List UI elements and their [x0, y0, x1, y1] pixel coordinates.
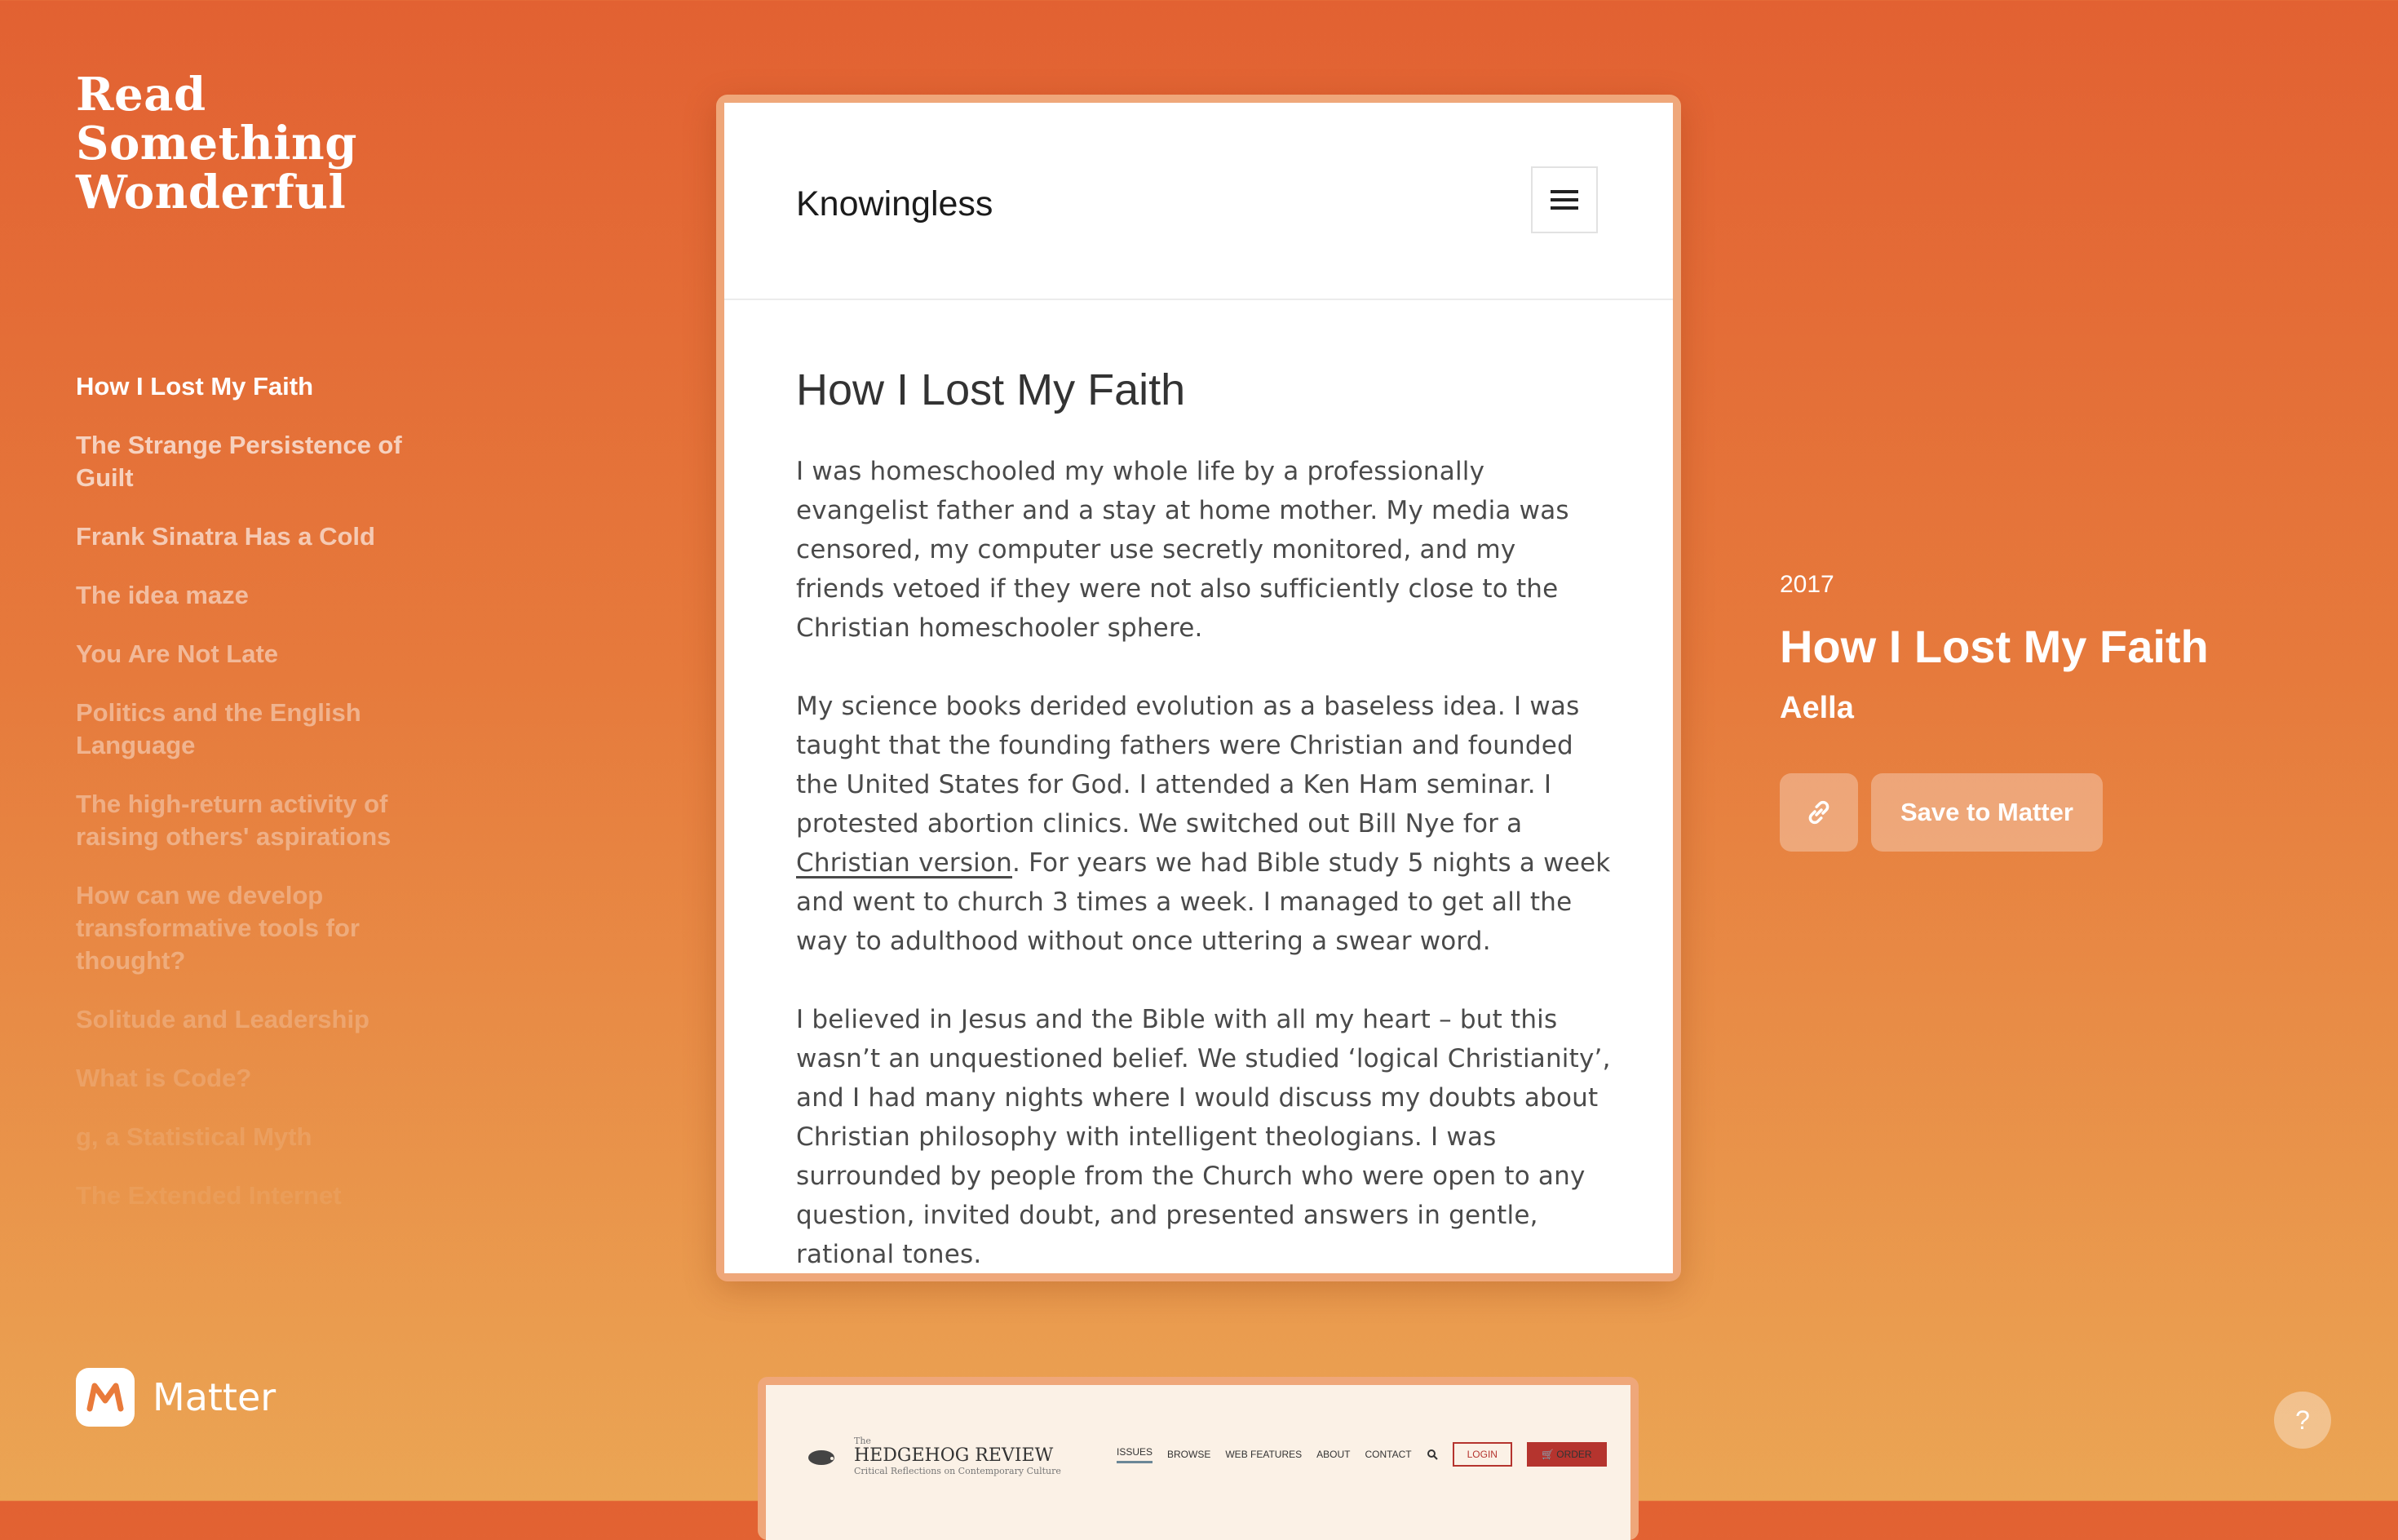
matter-logo-icon	[76, 1368, 135, 1427]
article-list-item[interactable]: You Are Not Late	[76, 638, 451, 670]
article-list-item[interactable]: g, a Statistical Myth	[76, 1121, 451, 1153]
next-article-preview[interactable]: The HEDGEHOG REVIEW Critical Reflections…	[758, 1377, 1639, 1540]
preview-nav: ISSUES BROWSE WEB FEATURES ABOUT CONTACT…	[1117, 1442, 1607, 1467]
copy-link-button[interactable]	[1780, 773, 1858, 852]
preview-nav-item: ABOUT	[1316, 1449, 1351, 1460]
brand-line: Something	[76, 117, 357, 170]
article-body: How I Lost My Faith I was homeschooled m…	[796, 364, 1612, 1273]
article-meta-title: How I Lost My Faith	[1780, 621, 2209, 672]
article-reader[interactable]: Knowingless How I Lost My Faith I was ho…	[724, 103, 1673, 1273]
article-list-item[interactable]: The Extended Internet	[76, 1179, 451, 1212]
save-to-matter-button[interactable]: Save to Matter	[1871, 773, 2103, 852]
preview-order-label: ORDER	[1556, 1449, 1592, 1460]
hedgehog-icon	[808, 1450, 834, 1465]
help-button[interactable]: ?	[2274, 1392, 2331, 1449]
preview-nav-item: CONTACT	[1365, 1449, 1412, 1460]
article-list-item[interactable]: How I Lost My Faith	[76, 370, 451, 403]
preview-nav-item: WEB FEATURES	[1225, 1449, 1303, 1460]
reader-frame: Knowingless How I Lost My Faith I was ho…	[716, 95, 1681, 1281]
article-list-item[interactable]: The high-return activity of raising othe…	[76, 788, 451, 853]
christian-version-link[interactable]: Christian version	[796, 848, 1012, 878]
search-icon	[1427, 1449, 1438, 1460]
site-title[interactable]: Knowingless	[796, 184, 993, 224]
article-list: How I Lost My Faith The Strange Persiste…	[76, 370, 451, 1238]
menu-button[interactable]	[1531, 166, 1598, 233]
preview-screenshot: The HEDGEHOG REVIEW Critical Reflections…	[766, 1385, 1630, 1540]
article-list-item[interactable]: Frank Sinatra Has a Cold	[76, 520, 451, 553]
reader-header: Knowingless	[724, 103, 1673, 300]
article-meta: 2017 How I Lost My Faith Aella Save to M…	[1780, 571, 2351, 852]
article-year: 2017	[1780, 571, 1834, 598]
article-actions: Save to Matter	[1780, 773, 2351, 852]
brand-line: Read	[76, 68, 206, 122]
matter-wordmark: Matter	[153, 1375, 277, 1419]
hh-logo-subtitle: Critical Reflections on Contemporary Cul…	[854, 1466, 1061, 1476]
article-paragraph: My science books derided evolution as a …	[796, 687, 1612, 961]
article-list-item[interactable]: Solitude and Leadership	[76, 1003, 451, 1036]
link-icon	[1808, 800, 1829, 825]
article-list-item[interactable]: What is Code?	[76, 1062, 451, 1095]
paragraph-text: My science books derided evolution as a …	[796, 692, 1580, 839]
matter-logo[interactable]: Matter	[76, 1368, 276, 1427]
hamburger-menu-icon	[1551, 190, 1578, 210]
article-list-item[interactable]: How can we develop transformative tools …	[76, 879, 451, 977]
brand-line: Wonderful	[76, 166, 347, 219]
site-brand-title: Read Something Wonderful	[76, 70, 357, 217]
hh-logo-title: HEDGEHOG REVIEW	[854, 1445, 1054, 1466]
preview-nav-item: BROWSE	[1167, 1449, 1211, 1460]
cart-icon: 🛒	[1541, 1449, 1554, 1460]
article-list-item[interactable]: The Strange Persistence of Guilt	[76, 429, 451, 494]
preview-order-button: 🛒 ORDER	[1526, 1442, 1607, 1467]
article-list-item[interactable]: The idea maze	[76, 579, 451, 612]
article-paragraph: I believed in Jesus and the Bible with a…	[796, 1005, 1611, 1269]
article-paragraph: I was homeschooled my whole life by a pr…	[796, 457, 1569, 643]
article-heading: How I Lost My Faith	[796, 365, 1186, 414]
article-list-item[interactable]: Politics and the English Language	[76, 697, 451, 762]
preview-login-button: LOGIN	[1452, 1442, 1512, 1467]
preview-nav-item: ISSUES	[1117, 1446, 1153, 1463]
article-author: Aella	[1780, 691, 1854, 725]
hedgehog-review-logo: The HEDGEHOG REVIEW Critical Reflections…	[805, 1436, 1061, 1476]
